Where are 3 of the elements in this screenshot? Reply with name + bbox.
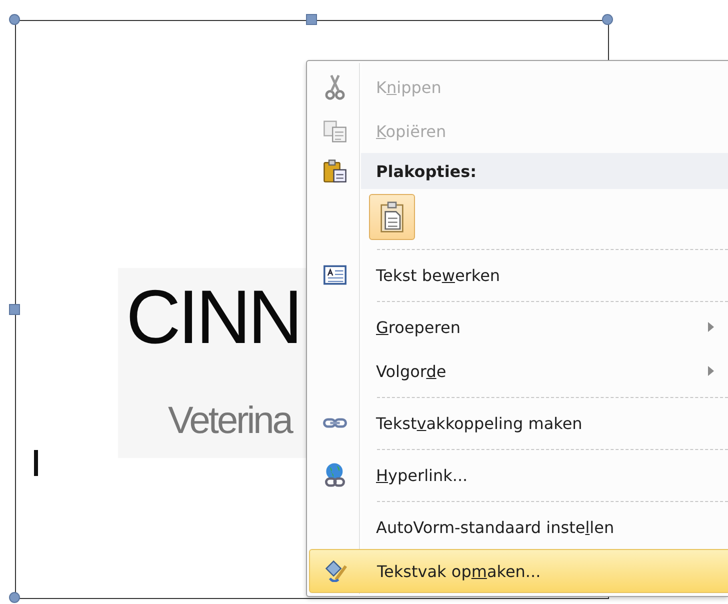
logo-subtitle: Veterina: [168, 399, 292, 444]
logo-title: CINN: [126, 274, 300, 362]
menu-section-header: Plakopties:: [376, 162, 477, 180]
